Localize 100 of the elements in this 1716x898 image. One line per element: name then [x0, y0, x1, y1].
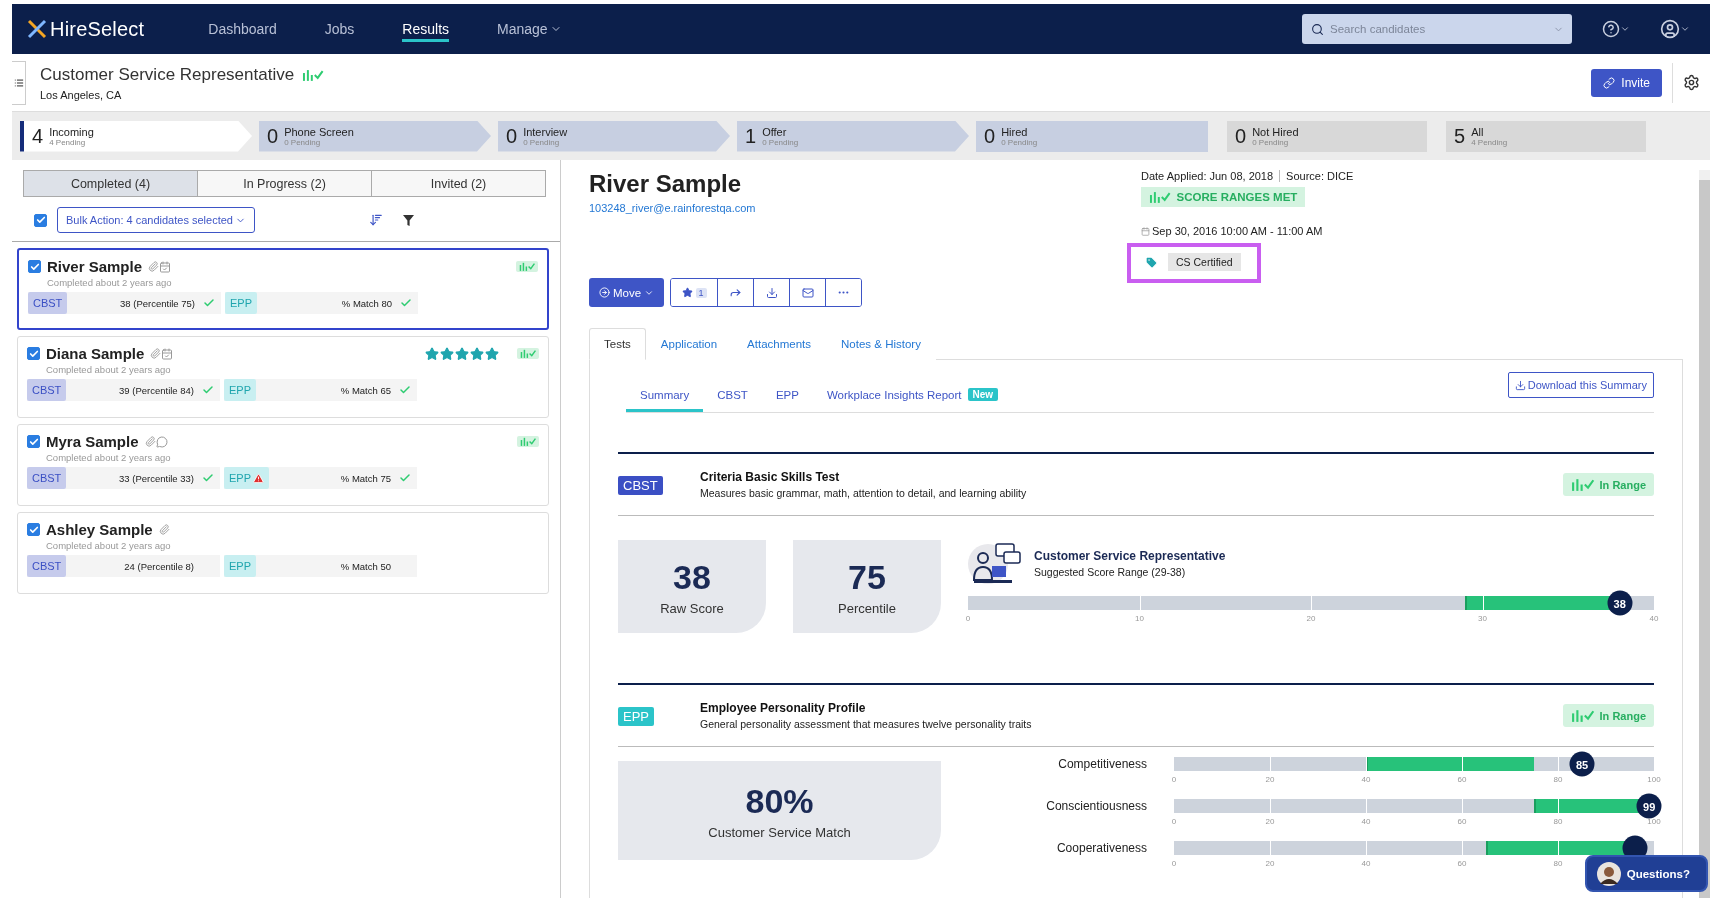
score-value: 80%: [745, 781, 814, 821]
paperclip-icon: [148, 260, 160, 272]
candidate-checkbox[interactable]: [28, 260, 41, 273]
score-ranges-badge: SCORE RANGES MET: [1141, 187, 1306, 207]
avatar-icon: [1596, 861, 1621, 886]
star-icon: [424, 346, 439, 361]
candidate-name: Myra Sample: [46, 433, 139, 450]
nav-link[interactable]: Results: [402, 16, 450, 42]
share-icon: [729, 286, 743, 299]
select-all-checkbox[interactable]: [34, 213, 47, 227]
completed-text: Completed about 2 years ago: [47, 277, 173, 288]
tick-label: 80: [1553, 859, 1563, 868]
trait-label: Competitiveness: [1057, 757, 1148, 771]
test-badge: EPP: [618, 706, 654, 726]
tick-label: 40: [1361, 817, 1371, 826]
candidate-checkbox[interactable]: [27, 347, 40, 360]
nav-link[interactable]: Dashboard: [208, 16, 277, 42]
test-tag: CBST: [27, 379, 67, 401]
candidate-tab[interactable]: Completed (4): [23, 170, 198, 197]
candidate-checkbox[interactable]: [27, 523, 40, 536]
tick-label: 100: [1647, 775, 1661, 784]
tick-label: 20: [1265, 775, 1275, 784]
candidate-card[interactable]: Diana Sample Completed about 2 years ago CBST 39 (Percentile 84) EPP % Match 65: [17, 336, 549, 418]
test-badge: CBST: [618, 475, 663, 495]
search-field[interactable]: Search candidates: [1302, 14, 1572, 44]
scrollbar[interactable]: [1699, 170, 1710, 898]
test-tag: EPP: [224, 379, 256, 401]
tick-label: 0: [1171, 859, 1177, 868]
download-icon: [765, 286, 778, 299]
favorite-count: 1: [695, 287, 707, 298]
chart-check-icon: [1149, 191, 1171, 203]
star-icon: [439, 346, 454, 361]
email-link[interactable]: 103248_river@e.rainforestqa.com: [589, 202, 756, 214]
invite-button[interactable]: Invite: [1591, 68, 1662, 97]
help-icon[interactable]: [1602, 20, 1630, 38]
test-title: Employee Personality Profile: [700, 701, 867, 715]
menu-button[interactable]: [12, 60, 26, 105]
questions-button[interactable]: Questions?: [1584, 855, 1708, 892]
star-icon: [681, 287, 693, 298]
tick-label: 60: [1457, 817, 1467, 826]
test-tag: EPP: [225, 292, 257, 314]
job-location: Los Angeles, CA: [40, 88, 123, 101]
new-badge: New: [967, 388, 999, 401]
test-tag: CBST: [28, 292, 68, 314]
candidate-name: River Sample: [589, 170, 743, 198]
sort-icon[interactable]: [368, 213, 383, 227]
star-icon: [484, 346, 499, 361]
summary-tab[interactable]: EPP: [761, 380, 813, 412]
test-description: General personality assessment that measures twelve personality traits: [700, 718, 1032, 730]
logo-text: HireSelect: [50, 17, 145, 41]
more-button[interactable]: [825, 279, 862, 306]
test-result: 33 (Percentile 33): [118, 472, 194, 484]
nav-link[interactable]: Jobs: [324, 16, 355, 42]
candidate-name: Diana Sample: [46, 345, 145, 362]
completed-text: Completed about 2 years ago: [46, 540, 172, 551]
summary-tab[interactable]: CBST: [703, 380, 762, 412]
tag-icon: [1145, 255, 1158, 269]
test-result: % Match 50: [339, 560, 391, 572]
tick-label: 100: [1647, 817, 1661, 826]
user-icon[interactable]: [1660, 19, 1690, 39]
interview-time: Sep 30, 2016 10:00 AM - 11:00 AM: [1152, 225, 1323, 237]
tick-label: 30: [1478, 614, 1487, 623]
summary-tab[interactable]: Workplace Insights Report New: [812, 380, 1013, 412]
download-summary-button[interactable]: Download this Summary: [1507, 372, 1654, 398]
logo-icon: [26, 18, 48, 40]
detail-tab[interactable]: Tests: [589, 328, 646, 360]
candidate-tab[interactable]: In Progress (2): [197, 170, 372, 197]
source-text: Source: DICE: [1286, 170, 1354, 182]
nav-link[interactable]: Manage: [497, 16, 562, 42]
bulk-action-dropdown[interactable]: Bulk Action: 4 candidates selected: [57, 207, 255, 233]
paperclip-icon: [144, 435, 156, 447]
job-title: Customer Service Representative: [40, 64, 295, 85]
summary-tab[interactable]: Summary: [626, 380, 704, 412]
candidate-checkbox[interactable]: [27, 435, 40, 448]
tick-label: 60: [1457, 859, 1467, 868]
paperclip-icon: [158, 524, 170, 535]
candidate-tab[interactable]: Invited (2): [371, 170, 546, 197]
mail-icon: [801, 286, 814, 299]
candidate-card[interactable]: Ashley Sample Completed about 2 years ago CBST 24 (Percentile 8) EPP % Match 50: [17, 512, 549, 594]
test-title: Criteria Basic Skills Test: [700, 470, 841, 484]
in-range-badge: In Range: [1563, 473, 1654, 496]
menu-icon: [13, 77, 24, 88]
candidate-name: River Sample: [47, 258, 143, 275]
completed-text: Completed about 2 years ago: [46, 364, 172, 375]
candidate-card[interactable]: River Sample Completed about 2 years ago CBST 38 (Percentile 75) EPP % Match 80: [17, 248, 549, 330]
date-applied: Date Applied: Jun 08, 2018: [1141, 170, 1274, 182]
move-button[interactable]: Move: [589, 278, 665, 307]
filter-icon[interactable]: [402, 214, 414, 226]
score-value: 75: [848, 557, 886, 597]
chart-check-icon: [1571, 478, 1595, 491]
completed-text: Completed about 2 years ago: [46, 452, 172, 463]
score-marker: 38: [1607, 590, 1633, 616]
test-result: % Match 75: [339, 472, 391, 484]
score-value: 38: [673, 557, 711, 597]
tick-label: 80: [1553, 775, 1563, 784]
test-result: 24 (Percentile 8): [123, 560, 194, 572]
download-icon: [1514, 379, 1526, 391]
tick-label: 20: [1306, 614, 1316, 623]
candidate-card[interactable]: Myra Sample Completed about 2 years ago CBST 33 (Percentile 33) EPP % Match 75: [17, 424, 549, 506]
role-title: Customer Service Representative: [1034, 548, 1226, 563]
